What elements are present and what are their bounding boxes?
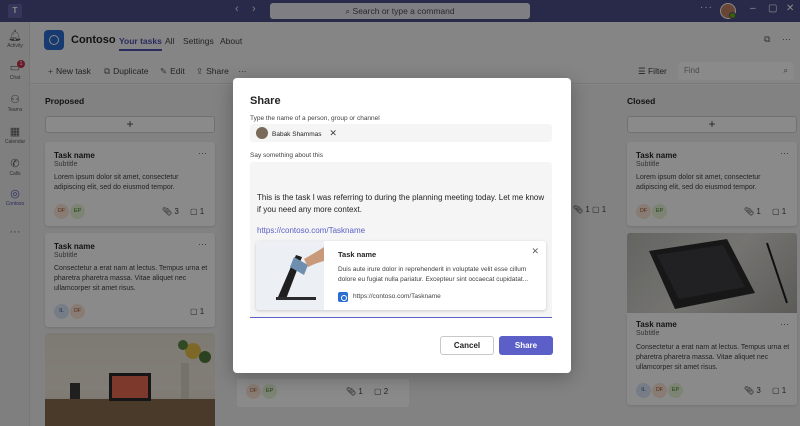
recipient-name: Babak Shammas [272,131,322,138]
message-textarea[interactable]: This is the task I was referring to duri… [250,162,552,318]
cancel-button[interactable]: Cancel [440,336,494,355]
message-link[interactable]: https://contoso.com/Taskname [257,226,365,235]
avatar [256,127,268,139]
share-button[interactable]: Share [499,336,553,355]
message-text: This is the task I was referring to duri… [257,193,545,214]
dialog-title: Share [250,95,281,107]
close-preview-icon[interactable]: ✕ [531,246,539,257]
link-preview-card[interactable]: Task name ✕ Duis aute irure dolor in rep… [256,241,546,310]
contoso-favicon-icon [338,292,348,302]
preview-image [256,241,324,310]
preview-url: https://contoso.com/Taskname [353,293,441,300]
tablet-image [276,247,324,300]
share-dialog: Share Type the name of a person, group o… [233,78,571,373]
recipient-label: Type the name of a person, group or chan… [250,115,380,122]
remove-recipient-icon[interactable]: ✕ [329,128,337,138]
recipient-chip: Babak Shammas ✕ [256,126,337,140]
preview-title: Task name [338,250,377,259]
preview-description: Duis aute irure dolor in reprehenderit i… [338,266,529,283]
message-label: Say something about this [250,152,323,159]
recipient-input[interactable]: Babak Shammas ✕ [250,124,552,142]
